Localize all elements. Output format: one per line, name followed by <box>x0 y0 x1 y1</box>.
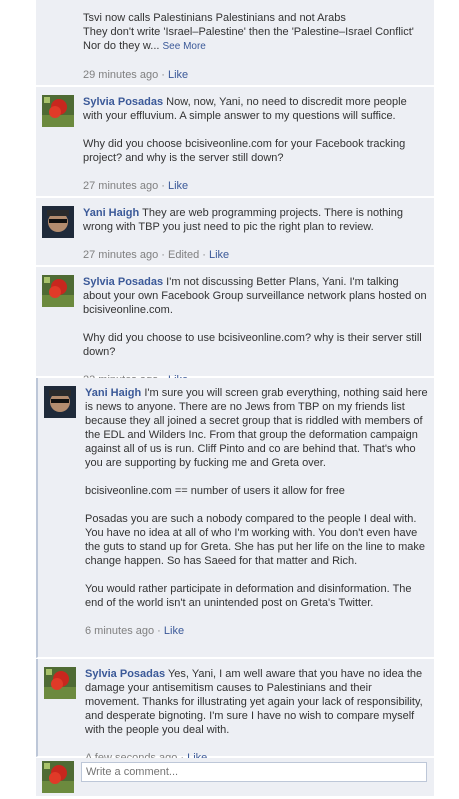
comment-text: Sylvia Posadas Yes, Yani, I am well awar… <box>85 668 426 736</box>
comment-text: Yani Haigh I'm sure you will screen grab… <box>85 387 431 469</box>
author-name[interactable]: Yani Haigh <box>85 387 141 399</box>
comment-item: Sylvia Posadas I'm not discussing Better… <box>36 267 434 386</box>
like-link[interactable]: Like <box>168 180 188 192</box>
comment-meta: 27 minutes ago · Like <box>83 180 189 192</box>
comment-thread: Tsvi now calls Palestinians Palestinians… <box>36 0 434 799</box>
avatar[interactable] <box>42 206 74 238</box>
comment-text: Why did you choose bcisiveonline.com for… <box>83 138 409 164</box>
comment-text: Sylvia Posadas Now, now, Yani, no need t… <box>83 96 410 122</box>
comment-timestamp[interactable]: 27 minutes ago <box>83 249 158 261</box>
comment-meta: 29 minutes ago · Like <box>83 69 189 81</box>
edited-label: Edited <box>168 249 200 261</box>
comment-body: Sylvia Posadas I'm not discussing Better… <box>83 275 428 387</box>
comment-text: You would rather participate in deformat… <box>85 583 415 609</box>
comment-body: Tsvi now calls Palestinians Palestinians… <box>83 11 428 82</box>
comment-text: Tsvi now calls Palestinians Palestinians… <box>83 12 414 52</box>
avatar[interactable] <box>42 275 74 307</box>
comment-meta: 27 minutes ago · Edited · Like <box>83 249 230 261</box>
comment-timestamp[interactable]: 27 minutes ago <box>83 180 158 192</box>
comment-text: Why did you choose to use bcisiveonline.… <box>83 332 425 358</box>
avatar[interactable] <box>42 95 74 127</box>
comment-item: Sylvia Posadas Now, now, Yani, no need t… <box>36 87 434 197</box>
comment-text: bcisiveonline.com == number of users it … <box>85 485 345 497</box>
author-name[interactable]: Yani Haigh <box>83 207 139 219</box>
comment-item: Yani Haigh I'm sure you will screen grab… <box>36 378 434 658</box>
avatar[interactable] <box>44 667 76 699</box>
comment-timestamp[interactable]: 6 minutes ago <box>85 625 154 637</box>
like-link[interactable]: Like <box>164 625 184 637</box>
like-link[interactable]: Like <box>209 249 229 261</box>
avatar[interactable] <box>44 386 76 418</box>
see-more-link[interactable]: See More <box>163 41 206 52</box>
comment-item: Yani Haigh They are web programming proj… <box>36 198 434 266</box>
comment-timestamp[interactable]: 29 minutes ago <box>83 69 158 81</box>
comment-item: Tsvi now calls Palestinians Palestinians… <box>36 0 434 86</box>
comment-text: Posadas you are such a nobody compared t… <box>85 513 429 567</box>
avatar[interactable] <box>42 761 74 793</box>
author-name[interactable]: Sylvia Posadas <box>85 668 165 680</box>
comment-text: Yani Haigh They are web programming proj… <box>83 207 407 233</box>
comment-meta: 6 minutes ago · Like <box>85 625 185 637</box>
comment-item: Sylvia Posadas Yes, Yani, I am well awar… <box>36 659 434 764</box>
author-name[interactable]: Sylvia Posadas <box>83 276 163 288</box>
comment-composer <box>36 758 434 796</box>
like-link[interactable]: Like <box>168 69 188 81</box>
comment-body: Sylvia Posadas Now, now, Yani, no need t… <box>83 95 428 193</box>
comment-body: Sylvia Posadas Yes, Yani, I am well awar… <box>85 667 428 765</box>
comment-text: Sylvia Posadas I'm not discussing Better… <box>83 276 430 316</box>
author-name[interactable]: Sylvia Posadas <box>83 96 163 108</box>
comment-body: Yani Haigh They are web programming proj… <box>83 206 428 262</box>
comment-input[interactable] <box>81 762 427 782</box>
comment-body: Yani Haigh I'm sure you will screen grab… <box>85 386 428 638</box>
